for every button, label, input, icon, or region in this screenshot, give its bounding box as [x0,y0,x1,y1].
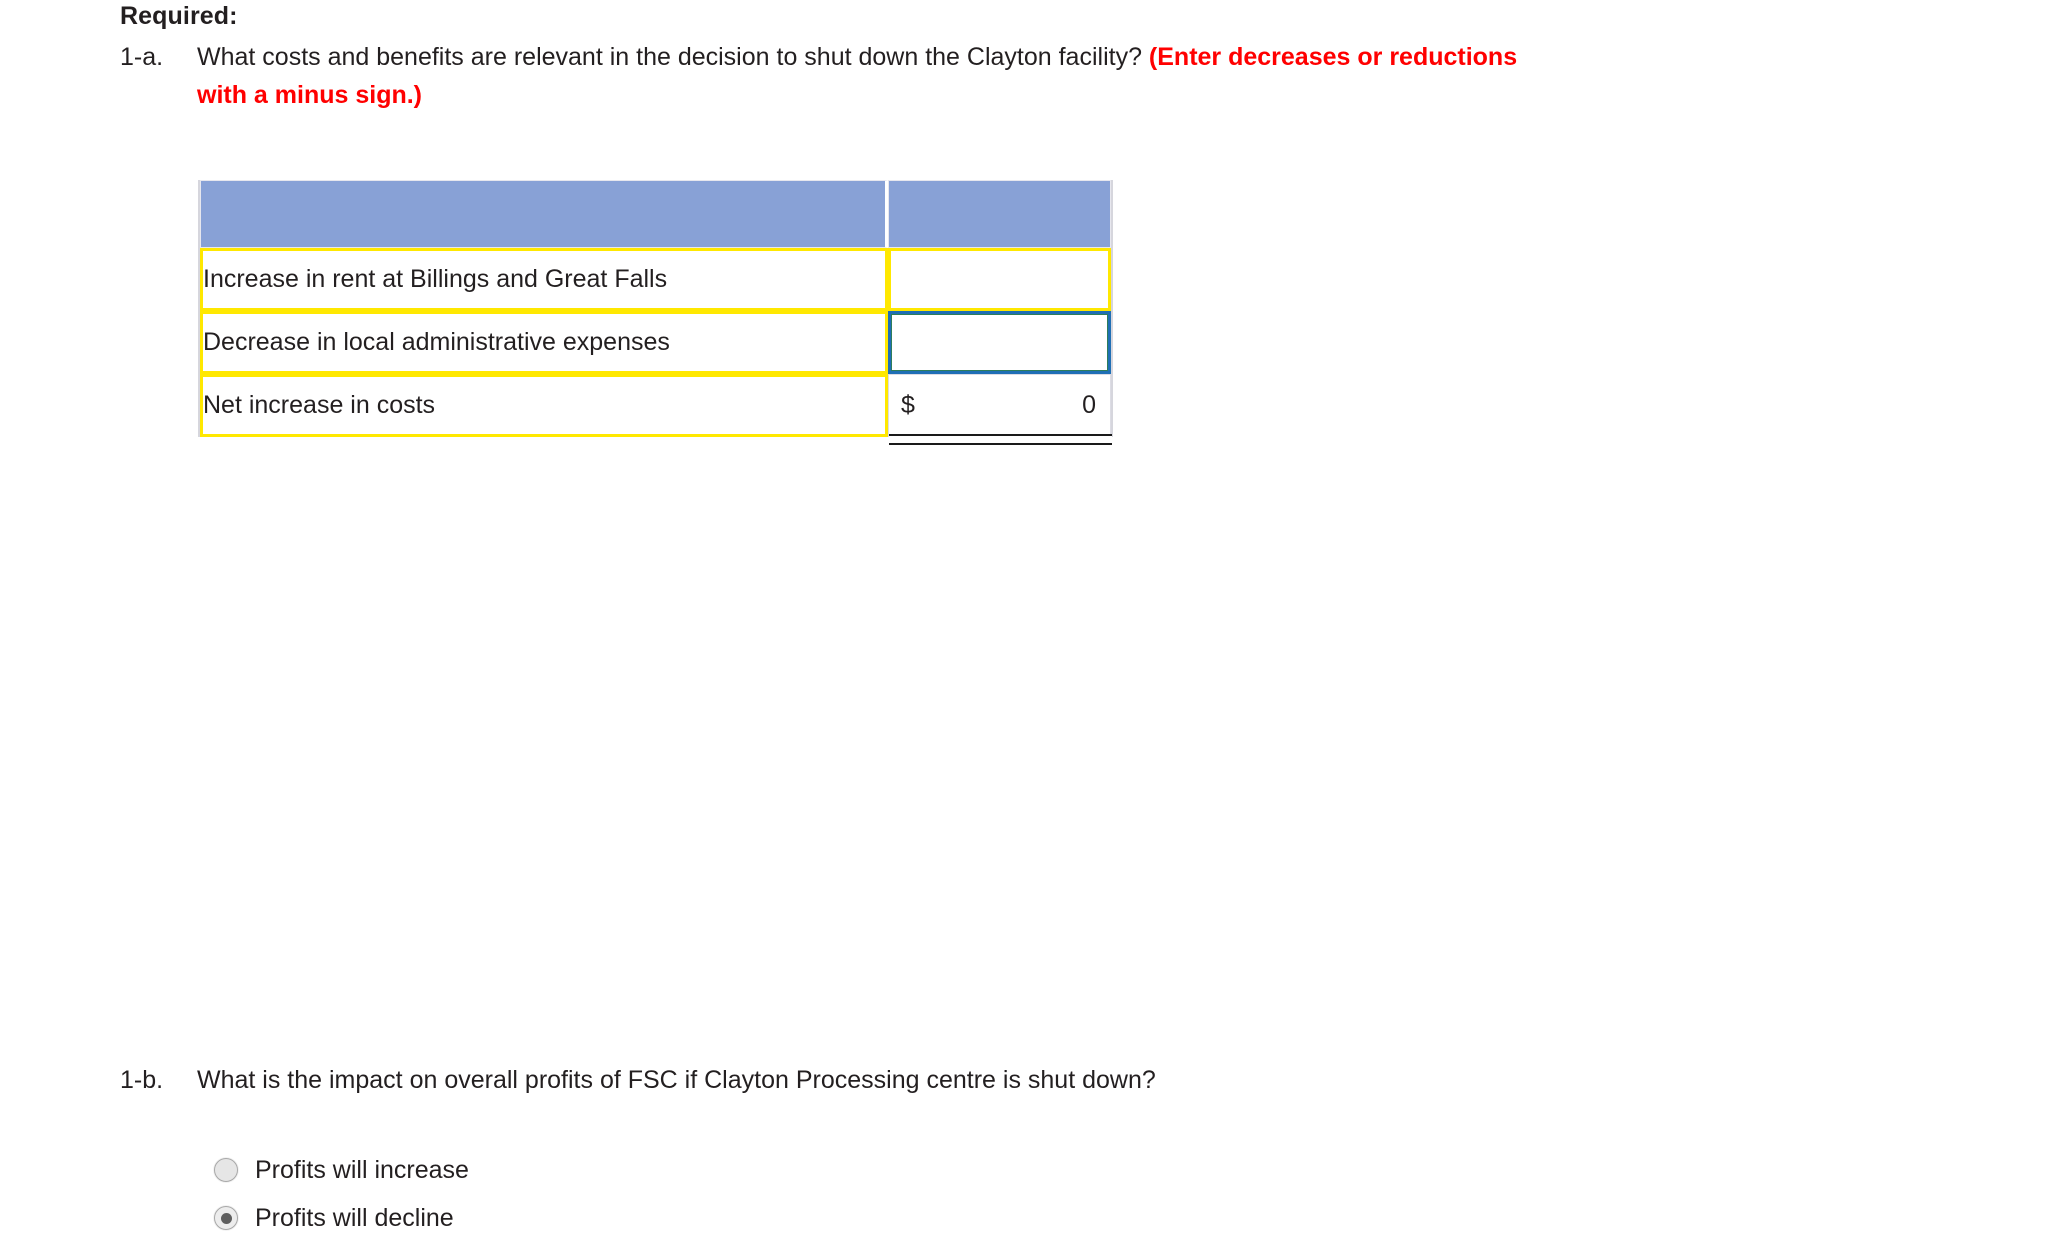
value-content [891,251,1108,308]
table-header-value-cell [888,180,1111,248]
question-1b: 1-b. What is the impact on overall profi… [120,1061,1620,1099]
question-1a-text: What costs and benefits are relevant in … [197,43,1149,71]
answer-table-head [200,180,1111,248]
question-1a-text-block: What costs and benefits are relevant in … [197,38,1550,114]
required-heading: Required: [120,2,238,30]
profit-impact-radio-group[interactable]: Profits will increase Profits will decli… [214,1146,469,1242]
table-row: Net increase in costs $ 0 [200,374,1112,445]
value-content [891,314,1108,371]
row-label-increase-in-rent: Increase in rent at Billings and Great F… [200,248,888,311]
value-content: $ 0 [889,375,1110,436]
question-1b-number: 1-b. [120,1066,164,1094]
row-value-net-increase-in-costs: $ 0 [888,374,1112,445]
total-double-underline [889,434,1112,445]
radio-label-profits-will-increase: Profits will increase [255,1156,469,1184]
radio-unchecked-icon[interactable] [214,1158,238,1182]
radio-option-profits-will-increase[interactable]: Profits will increase [214,1146,469,1194]
question-1b-text: What is the impact on overall profits of… [197,1066,1156,1094]
table-header-row [200,180,1111,248]
radio-option-profits-will-decline[interactable]: Profits will decline [214,1194,469,1242]
radio-checked-icon[interactable] [214,1206,238,1230]
table-row: Increase in rent at Billings and Great F… [200,248,1111,311]
row-value-decrease-admin-expenses[interactable] [888,311,1111,374]
table-header-label-cell [200,180,888,248]
answer-table-body: Increase in rent at Billings and Great F… [200,248,1112,445]
row-label-net-increase-in-costs: Net increase in costs [200,374,888,437]
question-1a-number: 1-a. [120,43,164,71]
answer-table: Increase in rent at Billings and Great F… [198,180,1113,445]
currency-symbol: $ [901,391,915,419]
question-1a-row: 1-a. What costs and benefits are relevan… [120,38,1550,114]
radio-label-profits-will-decline: Profits will decline [255,1204,454,1232]
table-row: Decrease in local administrative expense… [200,311,1111,374]
total-value-text: 0 [1082,391,1096,419]
row-value-increase-in-rent[interactable] [888,248,1111,311]
question-1b-row: 1-b. What is the impact on overall profi… [120,1061,1620,1099]
row-label-decrease-admin-expenses: Decrease in local administrative expense… [200,311,888,374]
question-1a: 1-a. What costs and benefits are relevan… [120,38,1550,114]
